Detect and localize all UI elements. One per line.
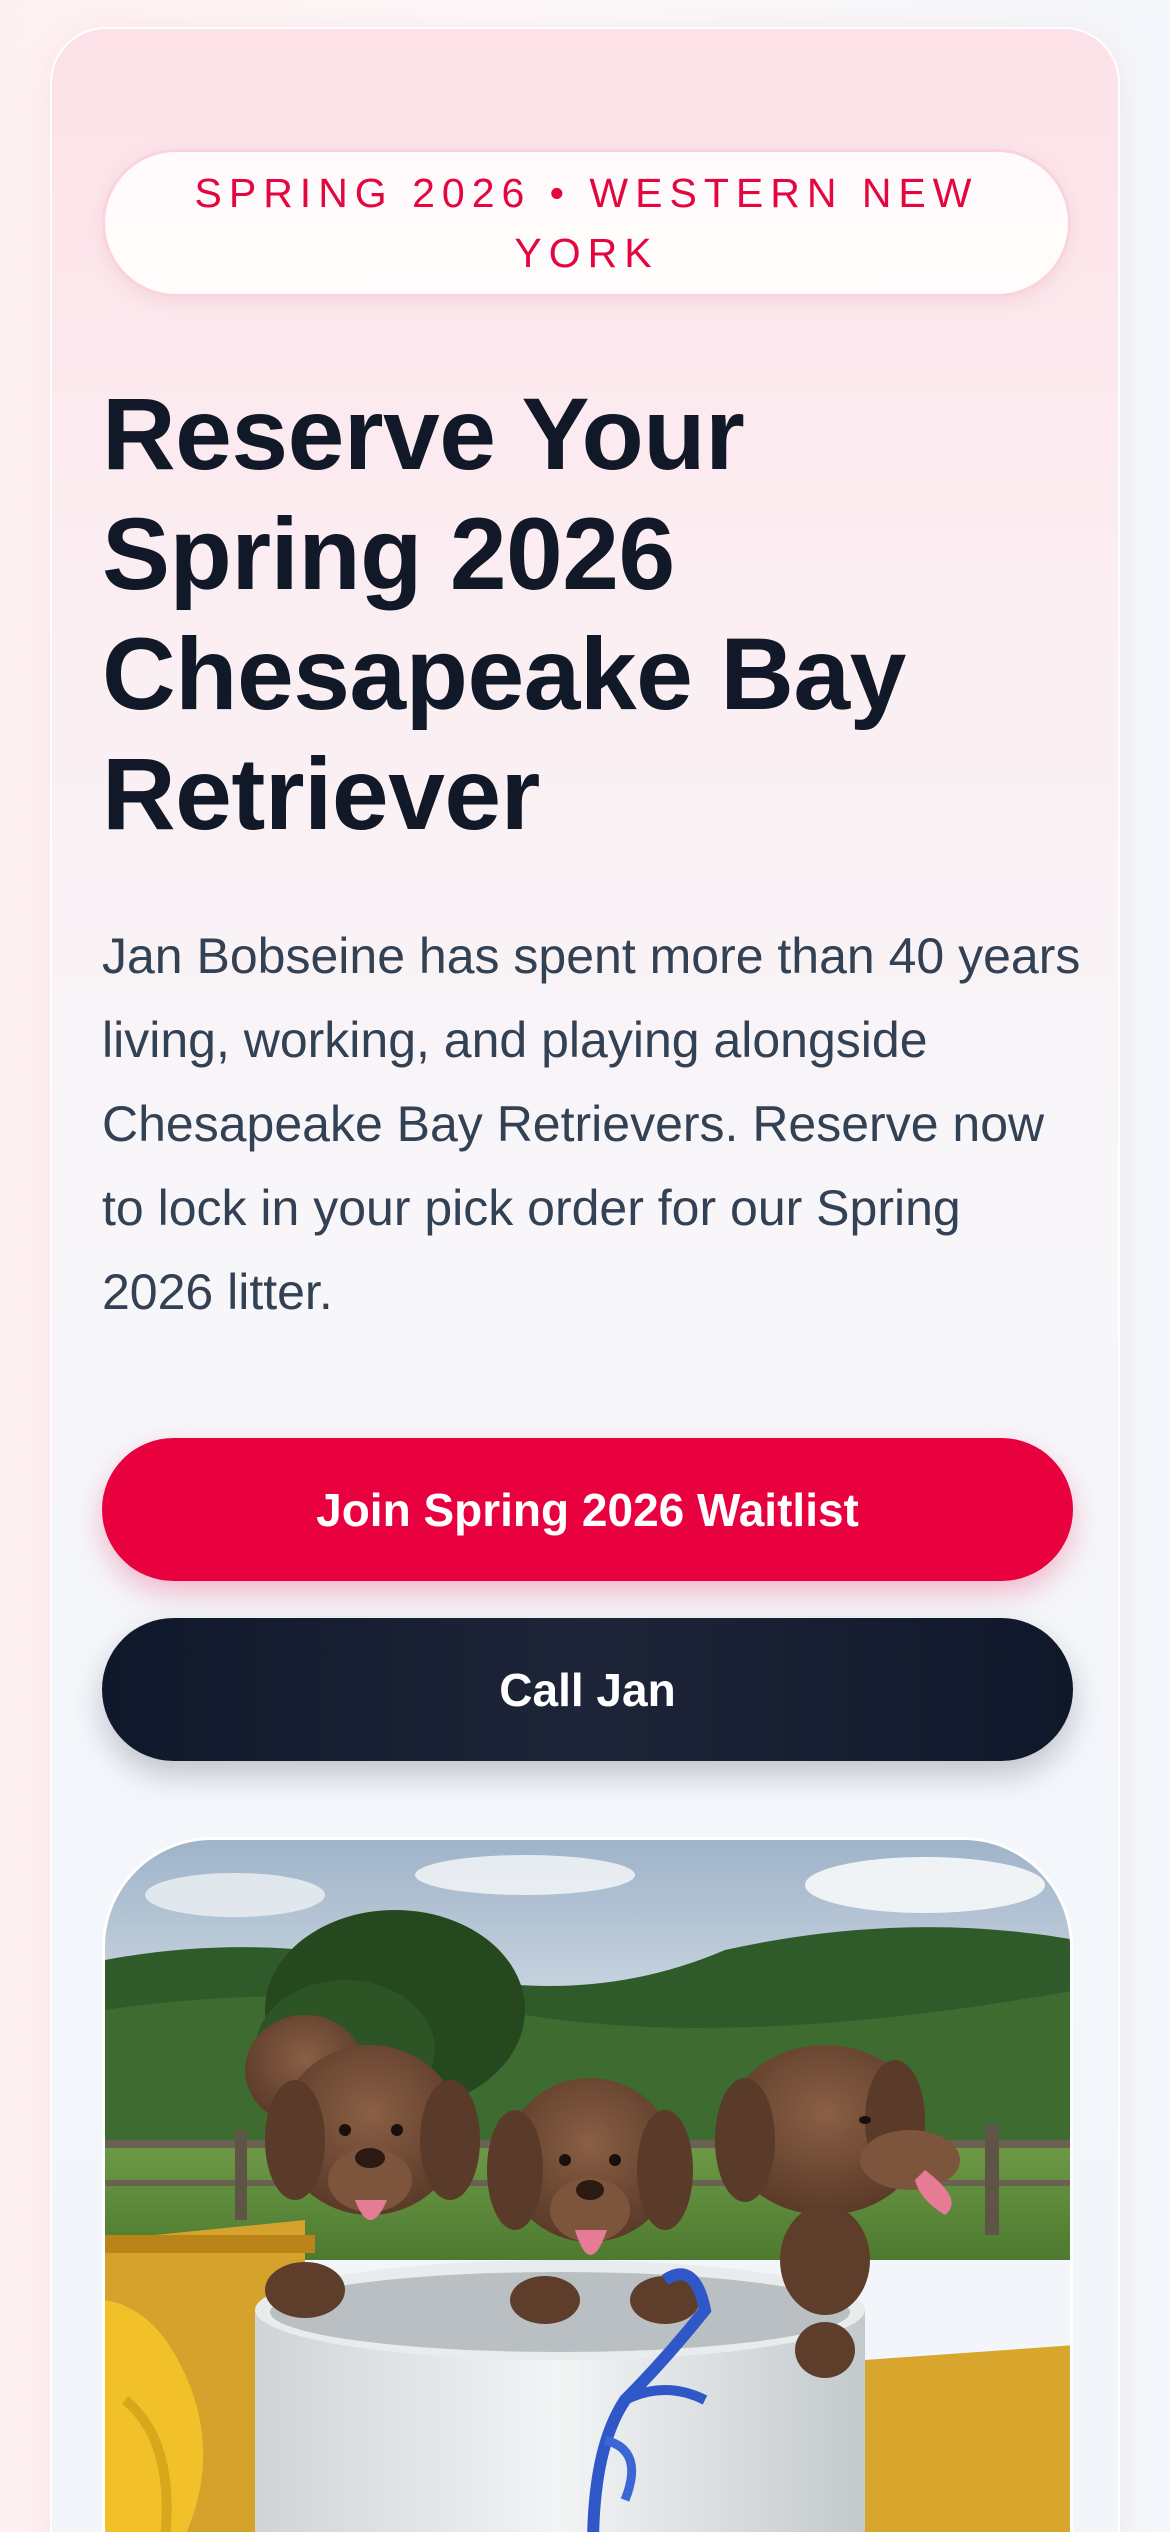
call-jan-button[interactable]: Call Jan <box>102 1618 1073 1761</box>
season-location-badge: Spring 2026 • Western New York <box>102 149 1071 297</box>
join-waitlist-button[interactable]: Join Spring 2026 Waitlist <box>102 1438 1073 1581</box>
puppies-illustration <box>105 1840 1070 2532</box>
hero-card: Spring 2026 • Western New York Reserve Y… <box>50 27 1120 2532</box>
intro-paragraph: Jan Bobseine has spent more than 40 year… <box>102 928 1081 1320</box>
badge-label: Spring 2026 • Western New York <box>194 170 979 276</box>
page-title: Reserve Your Spring 2026 Chesapeake Bay … <box>102 377 906 851</box>
puppies-photo <box>102 1837 1073 2532</box>
